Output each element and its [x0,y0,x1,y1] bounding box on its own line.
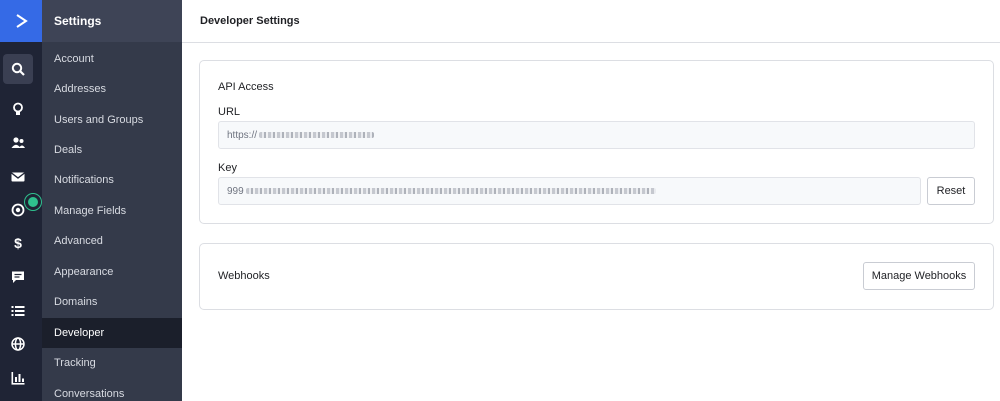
webhooks-title: Webhooks [218,270,270,282]
nav-item-domains[interactable]: Domains [42,287,182,317]
svg-text:$: $ [14,235,22,251]
status-badge [24,193,42,211]
dollar-icon[interactable]: $ [3,228,33,258]
api-access-title: API Access [218,81,274,93]
key-label: Key [218,162,237,174]
nav-item-tracking[interactable]: Tracking [42,348,182,378]
nav-item-conversations[interactable]: Conversations [42,379,182,401]
list-icon[interactable] [3,296,33,326]
nav-item-addresses[interactable]: Addresses [42,74,182,104]
reports-icon[interactable] [3,363,33,393]
settings-nav: Settings Account Addresses Users and Gro… [42,0,182,401]
mail-icon[interactable] [3,162,33,192]
chat-icon[interactable] [3,262,33,292]
url-label: URL [218,106,241,118]
nav-item-notifications[interactable]: Notifications [42,165,182,195]
key-value: 999 [227,185,244,197]
nav-item-advanced[interactable]: Advanced [42,226,182,256]
webhooks-card: Webhooks Manage Webhooks [199,243,994,310]
reset-button[interactable]: Reset [927,177,975,205]
nav-header: Settings [42,0,182,42]
manage-webhooks-button[interactable]: Manage Webhooks [863,262,975,290]
app-logo-icon[interactable] [0,0,42,42]
nav-item-manage-fields[interactable]: Manage Fields [42,196,182,226]
nav-item-developer[interactable]: Developer [42,318,182,348]
main-content: Developer Settings API Access URL https:… [182,0,1000,401]
url-redacted [259,132,375,138]
url-field[interactable]: https:// [218,121,975,149]
globe-icon[interactable] [3,329,33,359]
url-value: https:// [227,129,258,141]
key-redacted [245,188,656,194]
search-icon[interactable] [3,54,33,84]
nav-item-users-and-groups[interactable]: Users and Groups [42,105,182,135]
lightbulb-icon[interactable] [3,94,33,124]
nav-item-deals[interactable]: Deals [42,135,182,165]
key-field[interactable]: 999 [218,177,921,205]
contacts-icon[interactable] [3,128,33,158]
nav-item-account[interactable]: Account [42,44,182,74]
icon-rail: $ [0,0,42,401]
api-access-card: API Access URL https:// Key 999 Reset [199,60,994,224]
nav-item-appearance[interactable]: Appearance [42,257,182,287]
page-title: Developer Settings [182,0,1000,43]
